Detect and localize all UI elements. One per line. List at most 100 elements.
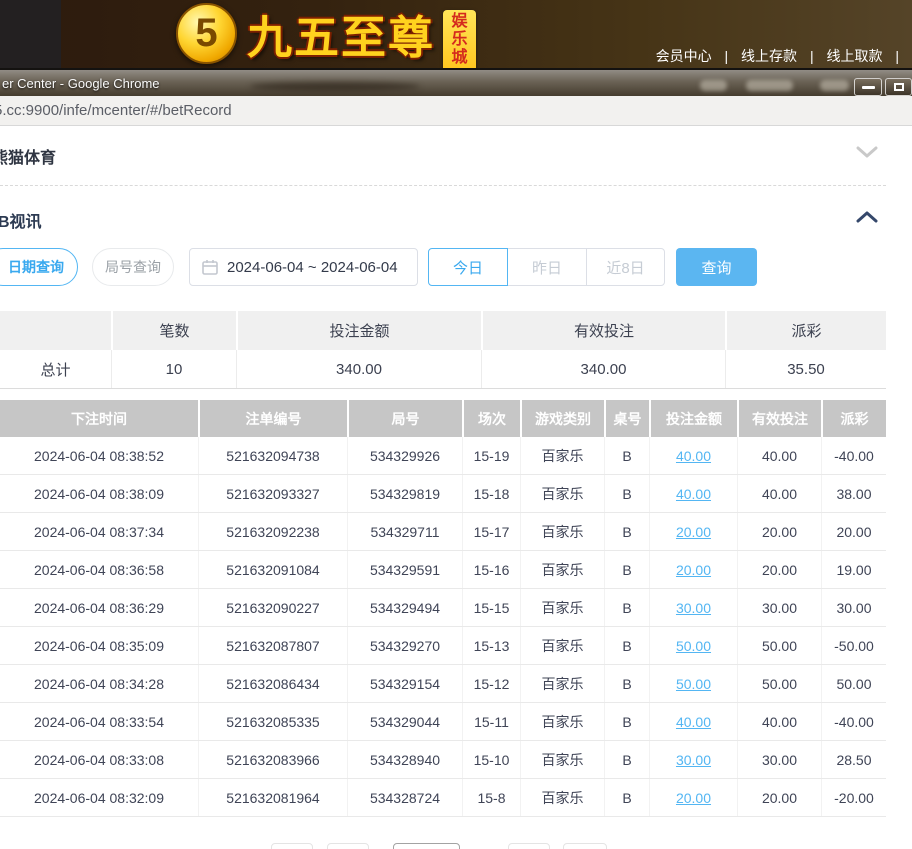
bet-amount-link[interactable]: 30.00 (676, 600, 711, 616)
cell-session: 15-8 (463, 779, 521, 816)
cell-bet-time: 2024-06-04 08:35:09 (0, 627, 199, 664)
cell-round-id: 534329711 (348, 513, 463, 550)
cell-valid-bet: 20.00 (738, 513, 822, 550)
chevron-up-icon[interactable] (856, 210, 878, 223)
pagination-button[interactable] (271, 843, 313, 849)
bet-amount-link[interactable]: 50.00 (676, 676, 711, 692)
cell-session: 15-15 (463, 589, 521, 626)
blurred-reflection (250, 82, 420, 91)
summary-table: 笔数 投注金额 有效投注 派彩 总计 10 340.00 340.00 35.5… (0, 311, 886, 389)
cell-round-id: 534329270 (348, 627, 463, 664)
nav-withdraw[interactable]: 线上取款 (826, 48, 882, 64)
maximize-button[interactable] (885, 78, 912, 96)
summary-header-empty (0, 311, 111, 350)
cell-order-id: 521632092238 (199, 513, 348, 550)
today-button[interactable]: 今日 (428, 248, 508, 286)
pagination (0, 843, 886, 849)
cell-round-id: 534329819 (348, 475, 463, 512)
coin-digit: 5 (195, 11, 218, 55)
bet-amount-link[interactable]: 40.00 (676, 448, 711, 464)
cell-table-no: B (605, 703, 650, 740)
cell-session: 15-10 (463, 741, 521, 778)
cell-order-id: 521632081964 (199, 779, 348, 816)
yesterday-button[interactable]: 昨日 (507, 248, 587, 286)
url-text[interactable]: 5.cc:9900/infe/mcenter/#/betRecord (0, 102, 232, 119)
cell-payout: 30.00 (836, 599, 872, 616)
pagination-button[interactable] (508, 843, 550, 849)
cell-valid-bet: 30.00 (738, 741, 822, 778)
nav-separator: | (895, 48, 899, 64)
col-table-no: 桌号 (606, 400, 649, 437)
cell-session: 15-17 (463, 513, 521, 550)
cell-payout: -20.00 (834, 789, 874, 806)
cell-game-type: 百家乐 (521, 665, 605, 702)
logo-ribbon: 娱乐城 (443, 10, 477, 68)
bet-table-header-row: 下注时间 注单编号 局号 场次 游戏类别 桌号 投注金额 有效投注 派彩 (0, 400, 886, 437)
last-8-days-button[interactable]: 近8日 (586, 248, 665, 286)
redacted-account-text (700, 80, 727, 91)
round-query-tab[interactable]: 局号查询 (92, 248, 174, 286)
cell-payout: 20.00 (836, 523, 872, 540)
cell-bet-time: 2024-06-04 08:33:08 (0, 741, 199, 778)
minimize-button[interactable] (854, 78, 882, 96)
screen: 5 九五至尊 娱乐城 会员中心 | 线上存款 | 线上取款 | er Cente… (0, 0, 912, 849)
cell-table-no: B (605, 779, 650, 816)
cell-valid-bet: 50.00 (738, 665, 822, 702)
cell-session: 15-12 (463, 665, 521, 702)
bet-record-table: 下注时间 注单编号 局号 场次 游戏类别 桌号 投注金额 有效投注 派彩 202… (0, 400, 886, 817)
table-row: 2024-06-04 08:37:34 521632092238 5343297… (0, 513, 886, 551)
bet-amount-link[interactable]: 40.00 (676, 714, 711, 730)
cell-bet-time: 2024-06-04 08:34:28 (0, 665, 199, 702)
cell-payout: -40.00 (834, 713, 874, 730)
minimize-icon (861, 85, 875, 89)
nav-separator: | (724, 48, 729, 64)
cell-valid-bet: 30.00 (738, 589, 822, 626)
bet-amount-link[interactable]: 20.00 (676, 562, 711, 578)
cell-bet-time: 2024-06-04 08:38:52 (0, 437, 199, 474)
section-bb-video[interactable]: B视讯 (0, 208, 42, 232)
chrome-titlebar[interactable]: er Center - Google Chrome (0, 68, 912, 96)
cell-round-id: 534329591 (348, 551, 463, 588)
chevron-down-icon[interactable] (856, 146, 878, 159)
bet-amount-link[interactable]: 40.00 (676, 486, 711, 502)
col-bet-time: 下注时间 (0, 400, 198, 437)
date-range-input[interactable]: 2024-06-04 ~ 2024-06-04 (189, 248, 418, 286)
col-payout: 派彩 (823, 400, 886, 437)
search-button[interactable]: 查询 (676, 248, 757, 286)
cell-session: 15-19 (463, 437, 521, 474)
coin-logo-icon: 5 (176, 3, 237, 64)
bet-amount-link[interactable]: 20.00 (676, 790, 711, 806)
cell-order-id: 521632086434 (199, 665, 348, 702)
top-nav: 会员中心 | 线上存款 | 线上取款 | (656, 46, 908, 66)
cell-session: 15-18 (463, 475, 521, 512)
cell-bet-time: 2024-06-04 08:37:34 (0, 513, 199, 550)
window-title: er Center - Google Chrome (2, 76, 160, 91)
cell-table-no: B (605, 437, 650, 474)
cell-session: 15-16 (463, 551, 521, 588)
bet-amount-link[interactable]: 50.00 (676, 638, 711, 654)
cell-round-id: 534329154 (348, 665, 463, 702)
pagination-page-size-select[interactable] (393, 843, 460, 849)
nav-deposit[interactable]: 线上存款 (741, 48, 797, 64)
maximize-icon (893, 83, 904, 91)
cell-game-type: 百家乐 (521, 551, 605, 588)
section-panda-sports[interactable]: 熊猫体育 (0, 144, 56, 168)
bet-amount-link[interactable]: 30.00 (676, 752, 711, 768)
filter-toolbar: 日期查询 局号查询 2024-06-04 ~ 2024-06-04 今日 昨日 … (0, 248, 886, 288)
cell-order-id: 521632093327 (199, 475, 348, 512)
date-query-tab[interactable]: 日期查询 (0, 248, 78, 286)
chrome-address-bar[interactable]: 5.cc:9900/infe/mcenter/#/betRecord (0, 96, 912, 126)
pagination-button[interactable] (563, 843, 607, 849)
cell-table-no: B (605, 551, 650, 588)
bet-amount-link[interactable]: 20.00 (676, 524, 711, 540)
summary-header-count: 笔数 (113, 311, 236, 350)
col-session: 场次 (464, 400, 520, 437)
cell-game-type: 百家乐 (521, 741, 605, 778)
nav-member-center[interactable]: 会员中心 (656, 48, 712, 64)
cell-session: 15-11 (463, 703, 521, 740)
pagination-button[interactable] (327, 843, 369, 849)
cell-table-no: B (605, 513, 650, 550)
cell-round-id: 534328724 (348, 779, 463, 816)
cell-order-id: 521632087807 (199, 627, 348, 664)
summary-total-valid: 340.00 (482, 350, 726, 388)
